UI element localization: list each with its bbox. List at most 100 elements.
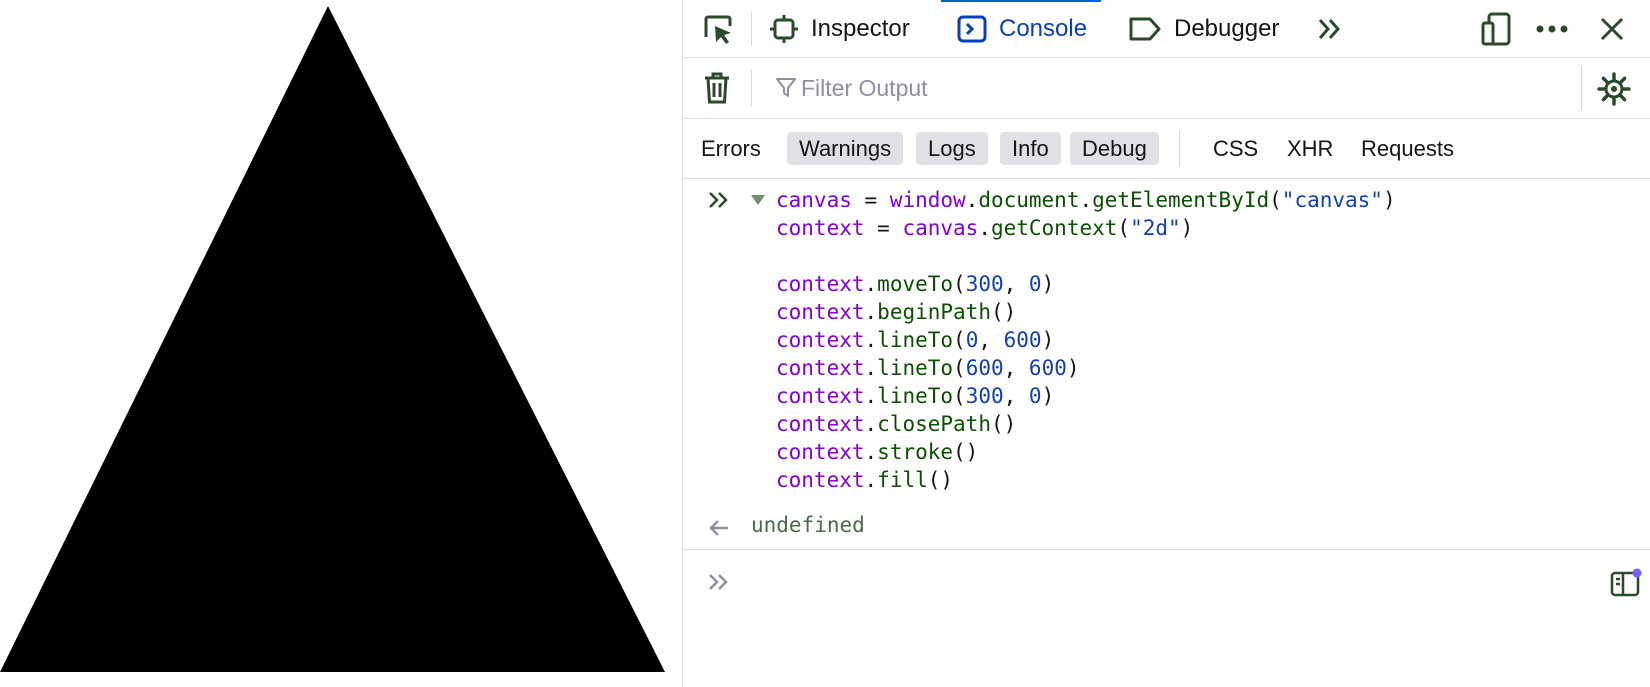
filter-errors-button[interactable]: Errors bbox=[689, 132, 773, 165]
code-token: canvas bbox=[902, 216, 979, 240]
code-token: context bbox=[776, 216, 865, 240]
code-line: context.lineTo(600, 600) bbox=[776, 354, 1080, 382]
code-token: . bbox=[978, 216, 991, 240]
code-token: . bbox=[965, 188, 979, 212]
code-token: ( bbox=[953, 272, 966, 296]
code-token: context bbox=[776, 328, 865, 352]
more-icon bbox=[1536, 25, 1568, 33]
filled-triangle bbox=[0, 6, 665, 672]
clear-console-button[interactable] bbox=[697, 68, 737, 108]
close-icon bbox=[1600, 17, 1624, 41]
input-prompt-icon bbox=[709, 192, 728, 208]
devtools-tabbar: Inspector Console Debugger bbox=[683, 0, 1650, 58]
options-menu-button[interactable] bbox=[1533, 10, 1571, 48]
code-token: 300 bbox=[965, 384, 1004, 408]
code-token: . bbox=[1079, 188, 1093, 212]
input-prompt-icon bbox=[709, 574, 728, 590]
filter-output-input[interactable] bbox=[771, 68, 1461, 108]
console-input-row[interactable] bbox=[683, 556, 1650, 687]
tab-inspector[interactable]: Inspector bbox=[769, 0, 910, 57]
code-token: () bbox=[953, 440, 979, 464]
level-label: Errors bbox=[701, 135, 761, 161]
filter-logs-button[interactable]: Logs bbox=[916, 132, 988, 165]
code-line: context.moveTo(300, 0) bbox=[776, 270, 1054, 298]
close-devtools-button[interactable] bbox=[1593, 10, 1631, 48]
element-picker-button[interactable] bbox=[697, 8, 739, 50]
chevrons-right-icon bbox=[1318, 19, 1341, 39]
code-token: context bbox=[776, 272, 865, 296]
code-token: ( bbox=[953, 356, 966, 380]
code-token: context bbox=[776, 300, 865, 324]
code-token: stroke bbox=[877, 440, 954, 464]
filter-debug-button[interactable]: Debug bbox=[1070, 132, 1159, 165]
code-line: context.closePath() bbox=[776, 410, 1016, 438]
code-token: , bbox=[1003, 272, 1029, 296]
tab-label: Inspector bbox=[811, 14, 910, 42]
filter-xhr-button[interactable]: XHR bbox=[1275, 132, 1345, 165]
result-arrow-icon bbox=[709, 520, 728, 536]
code-token: window bbox=[889, 188, 966, 212]
code-line: canvas = window.document.getElementById(… bbox=[776, 186, 1396, 214]
code-token: getContext bbox=[990, 216, 1118, 240]
separator bbox=[751, 12, 752, 46]
filter-requests-button[interactable]: Requests bbox=[1349, 132, 1466, 165]
code-line: context.stroke() bbox=[776, 438, 978, 466]
code-token: , bbox=[1003, 384, 1029, 408]
code-token: context bbox=[776, 384, 865, 408]
level-label: Warnings bbox=[799, 135, 892, 161]
code-token: context bbox=[776, 412, 865, 436]
responsive-mode-icon bbox=[1481, 12, 1511, 46]
code-token: 0 bbox=[965, 328, 979, 352]
code-token: ) bbox=[1041, 328, 1055, 352]
code-token: 600 bbox=[1003, 328, 1042, 352]
code-token: ) bbox=[1180, 216, 1194, 240]
code-token: ( bbox=[1117, 216, 1131, 240]
code-line: context.lineTo(300, 0) bbox=[776, 382, 1054, 410]
editor-mode-button[interactable] bbox=[1609, 566, 1643, 600]
code-token: () bbox=[990, 412, 1017, 436]
tab-label: Console bbox=[999, 14, 1088, 42]
filter-warnings-button[interactable]: Warnings bbox=[787, 132, 904, 165]
filter-css-button[interactable]: CSS bbox=[1201, 132, 1270, 165]
code-token: . bbox=[864, 328, 878, 352]
log-level-toolbar: Errors Warnings Logs Info Debug CSS XHR … bbox=[683, 119, 1650, 179]
code-token: = bbox=[864, 216, 903, 240]
canvas bbox=[0, 6, 665, 672]
result-value: undefined bbox=[751, 513, 865, 537]
separator bbox=[1179, 131, 1180, 167]
responsive-design-button[interactable] bbox=[1478, 10, 1514, 48]
code-line: context.fill() bbox=[776, 466, 953, 494]
code-token: ) bbox=[1041, 384, 1055, 408]
code-token: closePath bbox=[877, 412, 991, 436]
console-settings-button[interactable] bbox=[1593, 68, 1635, 110]
level-label: Requests bbox=[1361, 135, 1454, 161]
filter-info-button[interactable]: Info bbox=[1000, 132, 1061, 165]
collapse-triangle-icon[interactable] bbox=[750, 194, 766, 206]
console-result-row: undefined bbox=[683, 505, 1650, 550]
code-token: fill bbox=[877, 468, 928, 492]
code-token: = bbox=[851, 188, 890, 212]
code-token: "2d" bbox=[1130, 216, 1181, 240]
code-line: context.lineTo(0, 600) bbox=[776, 326, 1054, 354]
code-token: . bbox=[864, 440, 878, 464]
code-token: () bbox=[990, 300, 1017, 324]
level-label: CSS bbox=[1213, 135, 1259, 161]
more-tools-button[interactable] bbox=[1313, 12, 1347, 46]
code-token: getElementById bbox=[1092, 188, 1270, 212]
code-token: 0 bbox=[1028, 384, 1042, 408]
code-line: context = canvas.getContext("2d") bbox=[776, 214, 1193, 242]
code-token: . bbox=[864, 384, 878, 408]
code-token: lineTo bbox=[877, 328, 954, 352]
code-token: . bbox=[864, 300, 878, 324]
level-label: Debug bbox=[1082, 135, 1147, 161]
code-token: ( bbox=[953, 384, 966, 408]
trash-icon bbox=[705, 72, 729, 104]
tab-console[interactable]: Console bbox=[940, 0, 1102, 57]
tab-debugger[interactable]: Debugger bbox=[1128, 0, 1279, 57]
inspector-icon bbox=[769, 14, 799, 44]
code-token: . bbox=[864, 412, 878, 436]
code-token: lineTo bbox=[877, 356, 954, 380]
tab-label: Debugger bbox=[1174, 14, 1280, 42]
code-token: , bbox=[978, 328, 1004, 352]
separator bbox=[1581, 66, 1582, 110]
